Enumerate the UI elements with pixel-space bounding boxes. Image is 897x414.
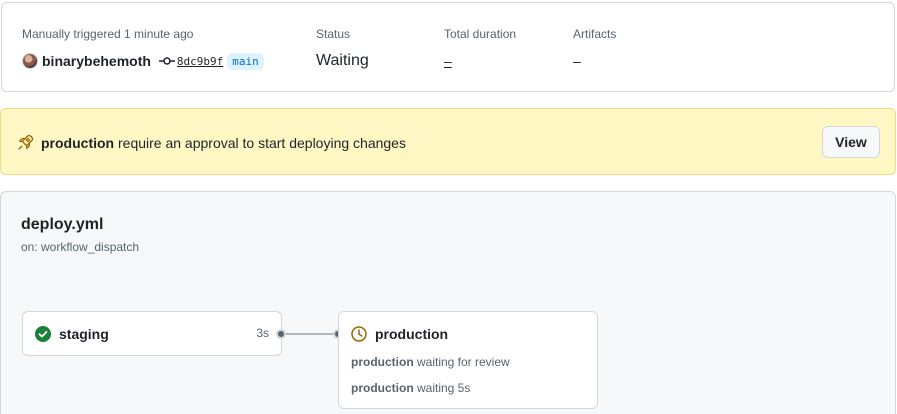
job-status-line: production waiting 5s bbox=[351, 381, 470, 395]
git-commit-icon bbox=[158, 57, 175, 65]
status-text: waiting for review bbox=[413, 355, 510, 369]
status-column: Status Waiting bbox=[316, 27, 369, 71]
status-environment: production bbox=[351, 355, 414, 369]
commit-sha-link[interactable]: 8dc9b9f bbox=[177, 55, 223, 68]
approval-text: require an approval to start deploying c… bbox=[114, 135, 406, 151]
artifacts-label: Artifacts bbox=[573, 27, 617, 41]
job-connector bbox=[282, 333, 339, 335]
job-header: production bbox=[351, 325, 448, 343]
job-name: staging bbox=[59, 326, 109, 342]
check-circle-icon bbox=[35, 326, 51, 342]
job-header: staging bbox=[35, 325, 109, 343]
branch-badge[interactable]: main bbox=[227, 52, 264, 70]
job-production[interactable]: production production waiting for review… bbox=[338, 311, 598, 409]
connector-out-dot bbox=[276, 329, 286, 339]
workflow-trigger: on: workflow_dispatch bbox=[21, 240, 140, 254]
approval-environment: production bbox=[41, 135, 115, 151]
trigger-details: binarybehemoth 8dc9b9f main bbox=[22, 51, 264, 71]
approval-banner: production require an approval to start … bbox=[0, 108, 896, 175]
rocket-icon bbox=[18, 134, 34, 150]
avatar[interactable] bbox=[22, 53, 38, 69]
duration-column: Total duration – bbox=[444, 27, 516, 71]
job-name: production bbox=[375, 326, 449, 342]
workflow-file-title[interactable]: deploy.yml bbox=[21, 216, 103, 234]
approval-message: production require an approval to start … bbox=[41, 134, 406, 152]
run-summary: Manually triggered 1 minute ago binarybe… bbox=[1, 2, 895, 92]
artifacts-column: Artifacts – bbox=[573, 27, 616, 71]
duration-value[interactable]: – bbox=[444, 51, 516, 71]
status-text: waiting 5s bbox=[413, 381, 471, 395]
clock-icon bbox=[351, 326, 367, 342]
job-staging[interactable]: staging 3s bbox=[22, 311, 282, 356]
duration-label: Total duration bbox=[444, 27, 517, 41]
trigger-column: Manually triggered 1 minute ago binarybe… bbox=[22, 27, 264, 71]
artifacts-value: – bbox=[573, 53, 581, 69]
job-status-line: production waiting for review bbox=[351, 355, 510, 369]
job-duration: 3s bbox=[256, 326, 269, 340]
actor-link[interactable]: binarybehemoth bbox=[42, 53, 151, 69]
status-value: Waiting bbox=[316, 52, 369, 69]
view-button[interactable]: View bbox=[822, 126, 880, 158]
status-label: Status bbox=[316, 27, 351, 41]
status-environment: production bbox=[351, 381, 414, 395]
workflow-graph: deploy.yml on: workflow_dispatch staging… bbox=[0, 191, 896, 414]
trigger-label: Manually triggered 1 minute ago bbox=[22, 27, 194, 41]
